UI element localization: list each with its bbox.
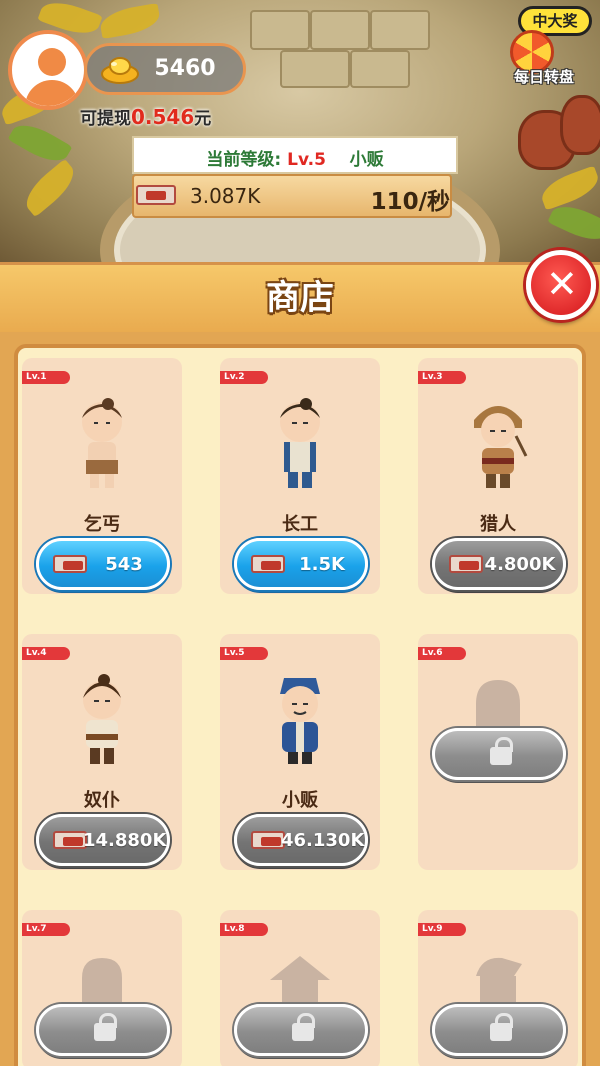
level-label: 当前等级: (206, 150, 282, 170)
level-tag: Lv.5 (220, 647, 268, 660)
leaf (537, 165, 600, 211)
wall-block (250, 10, 310, 50)
servant-character-icon (83, 674, 121, 764)
peddler-character-icon (280, 678, 320, 764)
shop-item-card: Lv.4 奴仆 14.880K (22, 634, 182, 870)
shop-item-card: Lv.2 长工 1.5K (220, 358, 380, 594)
leaf (18, 158, 82, 218)
buy-button[interactable]: 543 (36, 538, 170, 590)
shop-item-card: Lv.3 猎人 4.800K (418, 358, 578, 594)
locked-button[interactable] (234, 1004, 368, 1056)
shop-item-card-locked: Lv.9 (418, 910, 578, 1066)
shop-item-card-locked: Lv.6 (418, 634, 578, 870)
locked-button[interactable] (432, 1004, 566, 1056)
lock-icon (94, 1013, 117, 1041)
coin-balance-value: 5460 (154, 56, 216, 81)
cash-icon (449, 555, 483, 573)
buy-button[interactable]: 46.130K (234, 814, 368, 866)
level-tag: Lv.1 (22, 371, 70, 384)
cash-icon (136, 185, 176, 205)
shop-title: 商店 (266, 278, 334, 318)
cash-icon (53, 555, 87, 573)
wall-block (350, 50, 410, 88)
clay-pot (560, 95, 600, 155)
avatar-icon-body (25, 80, 79, 106)
item-price: 1.5K (299, 554, 345, 575)
lock-icon (490, 1013, 513, 1041)
buy-button[interactable]: 14.880K (36, 814, 170, 866)
locked-character-silhouette (476, 680, 520, 734)
locked-character-silhouette (270, 956, 330, 1010)
shop-item-card-locked: Lv.7 (22, 910, 182, 1066)
shop-item-card-locked: Lv.8 (220, 910, 380, 1066)
level-tag: Lv.4 (22, 647, 70, 660)
level-title: 小贩 (349, 150, 384, 170)
close-icon: ✕ (546, 262, 578, 306)
game-scene-background (0, 0, 600, 262)
cash-icon (251, 831, 285, 849)
item-name: 猎人 (480, 514, 516, 535)
item-price: 543 (105, 554, 143, 575)
locked-button[interactable] (432, 728, 566, 780)
locked-character-silhouette (82, 958, 122, 1010)
item-price: 4.800K (484, 554, 556, 575)
income-total: 3.087K (190, 184, 261, 208)
item-name: 奴仆 (84, 790, 120, 811)
level-tag: Lv.9 (418, 923, 466, 936)
item-name: 乞丐 (84, 514, 120, 535)
shop-item-card: Lv.5 小贩 46.130K (220, 634, 380, 870)
item-price: 14.880K (83, 830, 167, 851)
shop-item-card: Lv.1 乞丐 543 (22, 358, 182, 594)
laborer-character-icon (280, 398, 320, 488)
withdraw-unit: 元 (194, 109, 212, 129)
withdraw-value: 0.546 (131, 105, 195, 129)
income-rate: 110/秒 (370, 189, 450, 215)
hunter-character-icon (474, 406, 528, 488)
daily-spin-label[interactable]: 每日转盘 (496, 66, 592, 87)
buy-button[interactable]: 1.5K (234, 538, 368, 590)
player-avatar[interactable] (8, 30, 88, 110)
level-tag: Lv.6 (418, 647, 466, 660)
close-button[interactable]: ✕ (526, 250, 596, 320)
current-level: 当前等级: Lv.5 小贩 (132, 145, 458, 170)
level-value: Lv.5 (287, 150, 326, 170)
wall-block (310, 10, 370, 50)
wall-block (280, 50, 350, 88)
level-tag: Lv.8 (220, 923, 268, 936)
gold-ingot-icon (101, 57, 139, 84)
withdraw-label: 可提现 (80, 109, 131, 129)
level-tag: Lv.7 (22, 923, 70, 936)
cash-icon (251, 555, 285, 573)
item-name: 小贩 (282, 790, 318, 811)
withdraw-amount[interactable]: 可提现0.546元 (80, 104, 211, 129)
locked-button[interactable] (36, 1004, 170, 1056)
cash-icon (53, 831, 87, 849)
leaf (98, 2, 162, 40)
level-tag: Lv.2 (220, 371, 268, 384)
lock-icon (292, 1013, 315, 1041)
item-price: 46.130K (281, 830, 365, 851)
buy-button[interactable]: 4.800K (432, 538, 566, 590)
level-tag: Lv.3 (418, 371, 466, 384)
lock-icon (490, 737, 513, 765)
item-name: 长工 (282, 514, 318, 535)
beggar-character-icon (82, 398, 122, 488)
avatar-icon (38, 48, 66, 76)
locked-character-silhouette (476, 957, 522, 1010)
wall-block (370, 10, 430, 50)
